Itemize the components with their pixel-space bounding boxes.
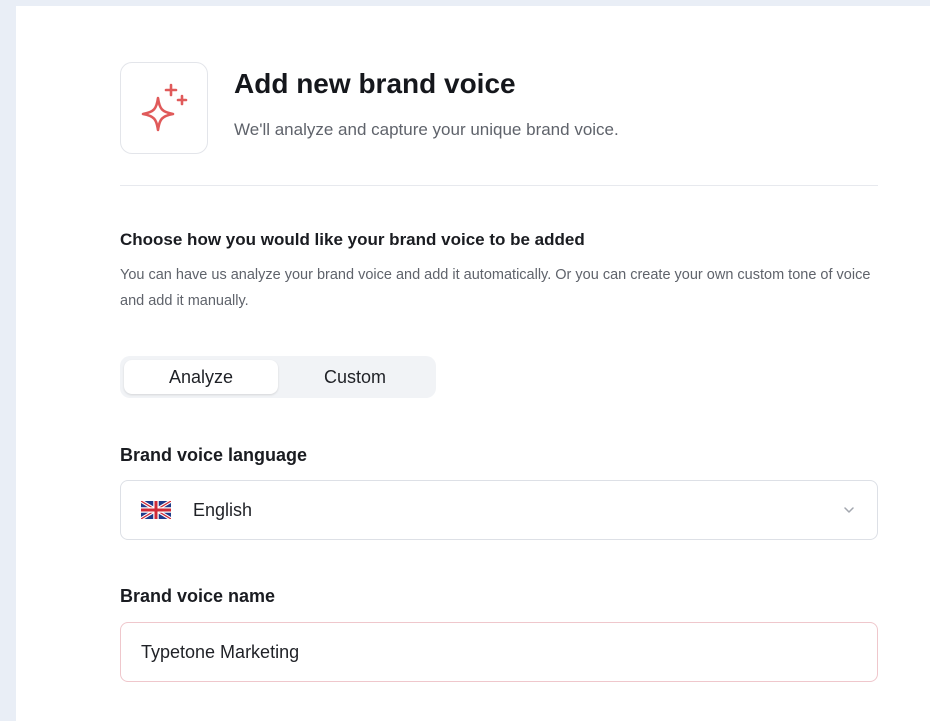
name-label: Brand voice name (120, 586, 276, 606)
brand-voice-name-input[interactable] (120, 622, 878, 682)
sparkle-icon (141, 83, 188, 132)
page-title: Add new brand voice (234, 68, 516, 99)
custom-option-button[interactable]: Custom (278, 360, 432, 394)
page-subtitle: We'll analyze and capture your unique br… (234, 120, 619, 139)
method-section-title: Choose how you would like your brand voi… (120, 230, 585, 249)
chevron-down-icon (844, 507, 854, 513)
uk-flag-icon (141, 501, 171, 519)
analyze-option-button[interactable]: Analyze (124, 360, 278, 394)
method-section-description: You can have us analyze your brand voice… (120, 267, 871, 309)
brand-voice-panel: Add new brand voice We'll analyze and ca… (16, 6, 930, 721)
brand-voice-icon-box (120, 62, 208, 154)
header-divider (120, 185, 878, 186)
language-select-value: English (193, 499, 253, 520)
method-toggle: Analyze Custom (120, 356, 436, 398)
language-select[interactable]: English (120, 480, 878, 540)
language-label: Brand voice language (120, 445, 308, 465)
